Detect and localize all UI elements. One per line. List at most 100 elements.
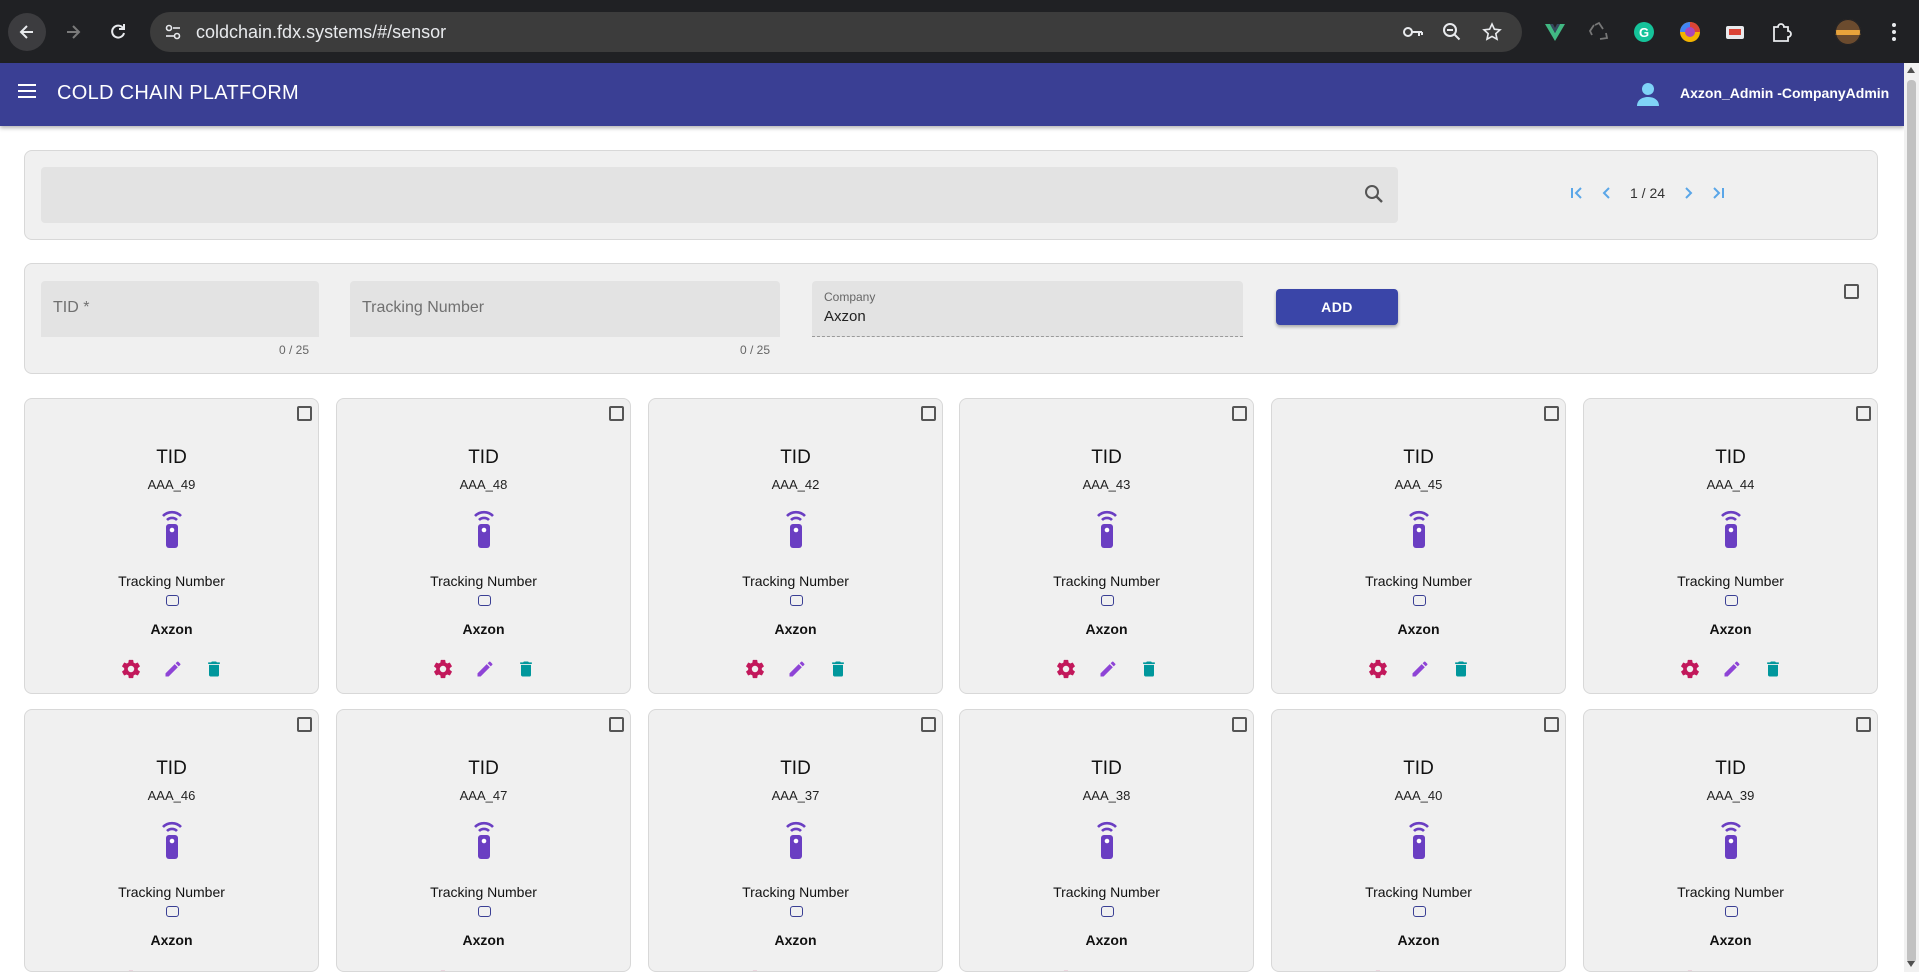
address-bar[interactable]: coldchain.fdx.systems/#/sensor xyxy=(150,12,1522,52)
tid-field[interactable]: TID * 0 / 25 xyxy=(41,281,319,357)
card-company: Axzon xyxy=(1085,621,1128,637)
tid-value: AAA_43 xyxy=(1082,477,1131,492)
card-select-checkbox[interactable] xyxy=(1856,406,1871,421)
tracking-number-value xyxy=(1725,906,1738,917)
site-settings-icon[interactable] xyxy=(164,23,182,46)
delete-icon[interactable] xyxy=(203,658,225,680)
card-company: Axzon xyxy=(1085,932,1128,948)
tracking-number-field[interactable]: Tracking Number 0 / 25 xyxy=(350,281,780,357)
tracking-number-value xyxy=(1413,595,1426,606)
tracking-number-label: Tracking Number xyxy=(742,573,849,589)
media-extension-icon[interactable] xyxy=(1721,18,1749,46)
vue-extension-icon[interactable] xyxy=(1541,18,1569,46)
tracking-number-value xyxy=(1101,906,1114,917)
edit-icon[interactable] xyxy=(1097,658,1119,680)
sensor-icon xyxy=(1092,820,1122,865)
card-select-checkbox[interactable] xyxy=(1232,717,1247,732)
tracking-number-value xyxy=(1725,595,1738,606)
search-input[interactable] xyxy=(41,167,1398,223)
forward-button[interactable] xyxy=(54,13,92,51)
recycle-extension-icon[interactable] xyxy=(1585,18,1613,46)
card-company: Axzon xyxy=(150,621,193,637)
tid-title: TID xyxy=(1091,758,1122,779)
edit-icon[interactable] xyxy=(1409,658,1431,680)
grammarly-extension-icon[interactable]: G xyxy=(1630,18,1658,46)
scroll-down-arrow-icon[interactable] xyxy=(1907,961,1915,967)
add-button[interactable]: ADD xyxy=(1276,289,1398,325)
tracking-number-label: Tracking Number xyxy=(118,573,225,589)
settings-icon[interactable] xyxy=(1367,658,1389,680)
card-select-checkbox[interactable] xyxy=(609,406,624,421)
reload-button[interactable] xyxy=(99,13,137,51)
scrollbar-thumb[interactable] xyxy=(1907,80,1916,963)
edit-icon[interactable] xyxy=(786,658,808,680)
card-actions xyxy=(1679,658,1784,680)
next-page-icon[interactable] xyxy=(1673,178,1703,208)
sensor-card: TID AAA_42 Tracking Number Axzon xyxy=(648,398,943,694)
tracking-number-placeholder: Tracking Number xyxy=(362,299,485,316)
extensions-puzzle-icon[interactable] xyxy=(1767,18,1795,46)
tid-title: TID xyxy=(468,447,499,468)
card-company: Axzon xyxy=(462,932,505,948)
card-select-checkbox[interactable] xyxy=(297,717,312,732)
url-text[interactable]: coldchain.fdx.systems/#/sensor xyxy=(196,22,446,43)
back-button[interactable] xyxy=(8,13,46,51)
delete-icon[interactable] xyxy=(515,658,537,680)
delete-icon[interactable] xyxy=(1138,658,1160,680)
card-company: Axzon xyxy=(1709,932,1752,948)
settings-icon[interactable] xyxy=(120,658,142,680)
card-select-checkbox[interactable] xyxy=(921,717,936,732)
tid-value: AAA_48 xyxy=(459,477,508,492)
color-extension-icon[interactable] xyxy=(1676,18,1704,46)
card-company: Axzon xyxy=(150,932,193,948)
edit-icon[interactable] xyxy=(162,658,184,680)
last-page-icon[interactable] xyxy=(1703,178,1733,208)
card-select-checkbox[interactable] xyxy=(609,717,624,732)
card-select-checkbox[interactable] xyxy=(1544,406,1559,421)
company-value: Axzon xyxy=(824,308,866,325)
settings-icon[interactable] xyxy=(432,658,454,680)
tid-value: AAA_47 xyxy=(459,788,508,803)
password-key-icon[interactable] xyxy=(1402,22,1424,47)
user-name[interactable]: Axzon_Admin -CompanyAdmin xyxy=(1680,85,1889,101)
tid-value: AAA_44 xyxy=(1706,477,1755,492)
tracking-number-label: Tracking Number xyxy=(1365,884,1472,900)
card-company: Axzon xyxy=(1709,621,1752,637)
settings-icon[interactable] xyxy=(1055,658,1077,680)
select-all-checkbox[interactable] xyxy=(1844,284,1859,299)
tracking-number-label: Tracking Number xyxy=(1677,884,1784,900)
first-page-icon[interactable] xyxy=(1562,178,1592,208)
settings-icon[interactable] xyxy=(744,658,766,680)
arrow-left-icon xyxy=(19,25,33,39)
previous-page-icon[interactable] xyxy=(1592,178,1622,208)
profile-avatar[interactable] xyxy=(1834,18,1862,46)
card-select-checkbox[interactable] xyxy=(921,406,936,421)
card-select-checkbox[interactable] xyxy=(1544,717,1559,732)
search-icon[interactable] xyxy=(1364,184,1384,209)
sensor-card: TID AAA_37 Tracking Number Axzon xyxy=(648,709,943,972)
card-select-checkbox[interactable] xyxy=(1856,717,1871,732)
tid-title: TID xyxy=(780,758,811,779)
card-actions xyxy=(1055,658,1160,680)
hamburger-menu-icon[interactable] xyxy=(17,83,37,104)
edit-icon[interactable] xyxy=(1721,658,1743,680)
browser-menu-icon[interactable] xyxy=(1880,18,1908,46)
user-account-icon[interactable] xyxy=(1634,80,1662,113)
delete-icon[interactable] xyxy=(1450,658,1472,680)
tracking-number-value xyxy=(478,906,491,917)
card-company: Axzon xyxy=(1397,932,1440,948)
tid-value: AAA_40 xyxy=(1394,788,1443,803)
edit-icon[interactable] xyxy=(474,658,496,680)
page-scrollbar[interactable] xyxy=(1904,63,1919,972)
delete-icon[interactable] xyxy=(827,658,849,680)
zoom-icon[interactable] xyxy=(1442,22,1462,47)
bookmark-star-icon[interactable] xyxy=(1482,22,1502,47)
card-select-checkbox[interactable] xyxy=(1232,406,1247,421)
settings-icon[interactable] xyxy=(1679,658,1701,680)
scroll-up-arrow-icon[interactable] xyxy=(1907,67,1915,73)
tracking-number-counter: 0 / 25 xyxy=(739,343,770,357)
company-select[interactable]: Company Axzon xyxy=(812,281,1243,337)
delete-icon[interactable] xyxy=(1762,658,1784,680)
sensor-card: TID AAA_47 Tracking Number Axzon xyxy=(336,709,631,972)
card-select-checkbox[interactable] xyxy=(297,406,312,421)
